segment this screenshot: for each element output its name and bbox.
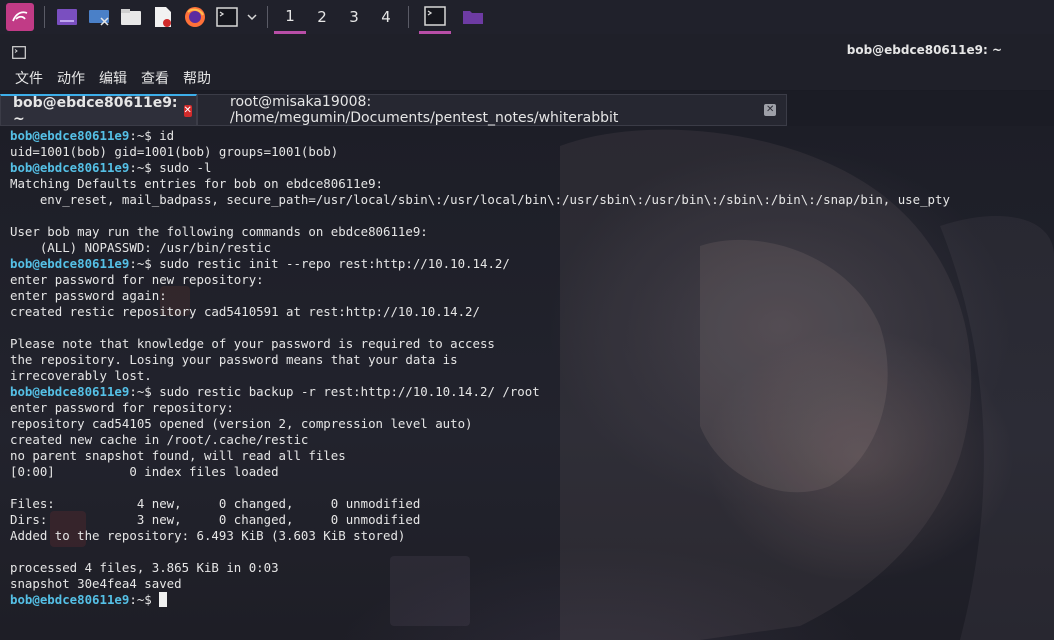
prompt-suffix: :~$ — [129, 160, 152, 175]
window-titlebar[interactable]: bob@ebdce80611e9: ~ — [0, 34, 1054, 66]
output-line: irrecoverably lost. — [10, 368, 152, 383]
output-line: User bob may run the following commands … — [10, 224, 428, 239]
output-line: Matching Defaults entries for bob on ebd… — [10, 176, 383, 191]
output-line: snapshot 30e4fea4 saved — [10, 576, 182, 591]
output-line: processed 4 files, 3.865 KiB in 0:03 — [10, 560, 279, 575]
terminal-launcher-icon[interactable] — [215, 5, 239, 29]
prompt-line: bob@ebdce80611e9:~$ id — [10, 128, 950, 144]
kali-menu-icon[interactable] — [6, 3, 34, 31]
output-line: uid=1001(bob) gid=1001(bob) groups=1001(… — [10, 144, 339, 159]
output-line: env_reset, mail_badpass, secure_path=/us… — [10, 192, 950, 207]
panel-separator — [408, 6, 409, 28]
prompt-line: bob@ebdce80611e9:~$ sudo restic init --r… — [10, 256, 950, 272]
prompt-user: bob@ebdce80611e9 — [10, 384, 130, 399]
workspace-3[interactable]: 3 — [338, 0, 370, 34]
command-text: sudo -l — [151, 160, 212, 175]
workspace-2[interactable]: 2 — [306, 0, 338, 34]
output-line: Dirs: 3 new, 0 changed, 0 unmodified — [10, 512, 421, 527]
terminal-output[interactable]: bob@ebdce80611e9:~$ id uid=1001(bob) gid=… — [0, 126, 1054, 640]
window-title: bob@ebdce80611e9: ~ — [846, 43, 1002, 57]
menu-actions[interactable]: 动作 — [57, 68, 85, 88]
tab-bar: bob@ebdce80611e9: ~ ✕ root@misaka19008: … — [0, 91, 1054, 127]
close-icon[interactable]: ✕ — [183, 104, 192, 117]
tab-label: bob@ebdce80611e9: ~ — [13, 94, 178, 127]
file-manager-icon[interactable] — [119, 5, 143, 29]
output-line: [0:00] 0 index files loaded — [10, 464, 279, 479]
prompt-user: bob@ebdce80611e9 — [10, 160, 130, 175]
prompt-line: bob@ebdce80611e9:~$ sudo -l — [10, 160, 950, 176]
output-line: created restic repository cad5410591 at … — [10, 304, 480, 319]
workspace-4[interactable]: 4 — [370, 0, 402, 34]
prompt-line: bob@ebdce80611e9:~$ — [10, 592, 950, 608]
tab-label: root@misaka19008: /home/megumin/Document… — [230, 94, 619, 126]
text-editor-icon[interactable] — [151, 5, 175, 29]
output-line: enter password for new repository: — [10, 272, 264, 287]
prompt-line: bob@ebdce80611e9:~$ sudo restic backup -… — [10, 384, 950, 400]
panel-separator — [44, 6, 45, 28]
prompt-suffix: :~$ — [129, 592, 152, 607]
workspace-1[interactable]: 1 — [274, 0, 306, 34]
taskbar-folder-icon[interactable] — [459, 5, 487, 29]
command-text: sudo restic backup -r rest:http://10.10.… — [151, 384, 540, 399]
menu-edit[interactable]: 编辑 — [99, 68, 127, 88]
tab-root-whiterabbit[interactable]: root@misaka19008: /home/megumin/Document… — [197, 94, 787, 126]
firefox-icon[interactable] — [183, 5, 207, 29]
output-line: Added to the repository: 6.493 KiB (3.60… — [10, 528, 406, 543]
panel-separator — [267, 6, 268, 28]
prompt-suffix: :~$ — [129, 256, 152, 271]
output-line: Please note that knowledge of your passw… — [10, 336, 495, 351]
window-switcher-icon[interactable] — [87, 5, 111, 29]
command-text: id — [151, 128, 175, 143]
text-cursor — [159, 592, 168, 607]
menu-help[interactable]: 帮助 — [183, 68, 211, 88]
chevron-down-icon[interactable] — [245, 5, 259, 29]
terminal-lines: bob@ebdce80611e9:~$ id uid=1001(bob) gid=… — [10, 128, 950, 608]
prompt-suffix: :~$ — [129, 384, 152, 399]
output-line: created new cache in /root/.cache/restic — [10, 432, 309, 447]
tab-bob-home[interactable]: bob@ebdce80611e9: ~ ✕ — [0, 94, 197, 127]
command-text — [152, 592, 159, 607]
prompt-user: bob@ebdce80611e9 — [10, 592, 130, 607]
menu-view[interactable]: 查看 — [141, 68, 169, 88]
output-line: repository cad54105 opened (version 2, c… — [10, 416, 473, 431]
menu-bar: 文件 动作 编辑 查看 帮助 — [0, 66, 1054, 90]
prompt-user: bob@ebdce80611e9 — [10, 128, 130, 143]
top-panel: 1 2 3 4 — [0, 0, 1054, 34]
output-line: no parent snapshot found, will read all … — [10, 448, 346, 463]
prompt-user: bob@ebdce80611e9 — [10, 256, 130, 271]
output-line: enter password again: — [10, 288, 167, 303]
command-text: sudo restic init --repo rest:http://10.1… — [151, 256, 510, 271]
terminal-window-icon[interactable] — [12, 44, 26, 63]
output-line: Files: 4 new, 0 changed, 0 unmodified — [10, 496, 421, 511]
prompt-suffix: :~$ — [129, 128, 152, 143]
output-line: the repository. Losing your password mea… — [10, 352, 458, 367]
show-desktop-icon[interactable] — [55, 5, 79, 29]
close-icon[interactable]: ✕ — [764, 104, 776, 116]
menu-file[interactable]: 文件 — [15, 68, 43, 88]
taskbar-terminal-icon[interactable] — [419, 0, 451, 34]
output-line: enter password for repository: — [10, 400, 234, 415]
output-line: (ALL) NOPASSWD: /usr/bin/restic — [10, 240, 272, 255]
